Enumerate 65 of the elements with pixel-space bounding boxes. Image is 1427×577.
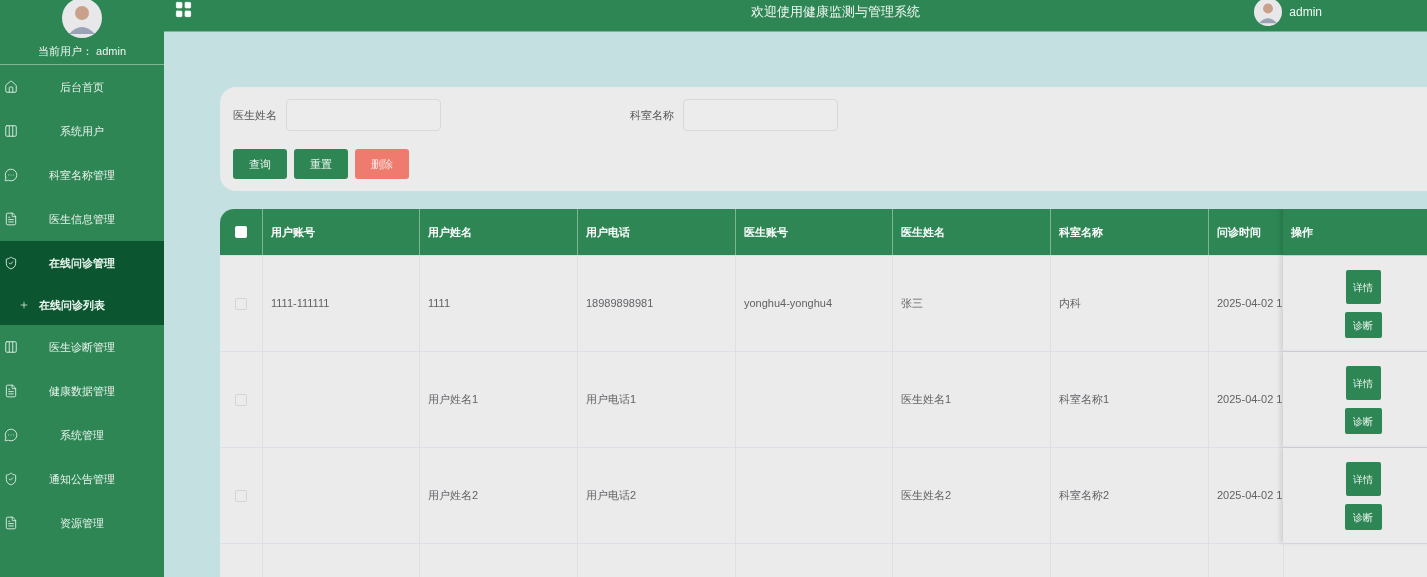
table-cell-text: 医生姓名1 xyxy=(901,392,952,408)
action-button[interactable]: 重置 xyxy=(294,149,348,179)
column-header: 用户姓名 xyxy=(428,224,472,240)
shield-check-icon xyxy=(4,472,18,486)
table-cell-text: 1111 xyxy=(428,296,451,312)
document-icon xyxy=(4,212,18,226)
nav-item[interactable]: 医生诊断管理 xyxy=(0,325,164,369)
column-header: 操作 xyxy=(1291,224,1313,240)
window-title: 欢迎使用健康监测与管理系统 xyxy=(751,2,920,21)
table-cell-text: 1111-111111 xyxy=(271,296,330,312)
table-cell-text: 2025-04-02 1 xyxy=(1217,488,1283,504)
document-icon xyxy=(4,516,18,530)
column-header: 问诊时间 xyxy=(1217,224,1261,240)
diagnose-button[interactable]: 诊断 xyxy=(1344,312,1382,338)
avatar xyxy=(62,0,102,38)
nav-item[interactable]: 资源管理 xyxy=(0,501,164,545)
nav-item[interactable]: 系统用户 xyxy=(0,109,164,153)
nav-item[interactable]: 通知公告管理 xyxy=(0,457,164,501)
table-cell-text: 医生姓名2 xyxy=(901,488,952,504)
column-header: 用户账号 xyxy=(271,224,315,240)
current-user: 当前用户： admin xyxy=(38,44,126,59)
columns-icon xyxy=(4,124,18,138)
action-button[interactable]: 查询 xyxy=(233,149,287,179)
nav-item[interactable]: 健康数据管理 xyxy=(0,369,164,413)
shield-check-icon xyxy=(4,256,18,270)
table-cell-text: 张三 xyxy=(901,296,923,312)
document-icon xyxy=(4,384,18,398)
columns-icon xyxy=(4,340,18,354)
nav-item[interactable]: 后台首页 xyxy=(0,65,164,109)
table-cell-text: 用户电话2 xyxy=(586,488,637,504)
column-header: 用户电话 xyxy=(586,224,630,240)
checkbox[interactable] xyxy=(235,226,247,238)
user-name[interactable]: admin xyxy=(1289,2,1322,21)
table-cell-text: 2025-04-02 1 xyxy=(1217,296,1283,312)
details-button[interactable]: 详情 xyxy=(1345,366,1381,400)
chat-bubble-icon xyxy=(4,428,18,442)
field-label: 医生姓名 xyxy=(233,107,277,123)
nav-item[interactable]: 系统管理 xyxy=(0,413,164,457)
table-cell-text: 用户姓名2 xyxy=(428,488,479,504)
table-cell-text: 用户电话1 xyxy=(586,392,637,408)
nav-item[interactable]: 科室名称管理 xyxy=(0,153,164,197)
table-cell-text: 科室名称1 xyxy=(1059,392,1110,408)
nav-item[interactable]: 在线问诊管理 xyxy=(0,241,164,285)
delete-button[interactable]: 删除 xyxy=(355,149,409,179)
table-cell-text: 18989898981 xyxy=(586,296,654,312)
home-icon xyxy=(4,80,18,94)
user-avatar xyxy=(1254,0,1283,26)
diagnose-button[interactable]: 诊断 xyxy=(1344,504,1382,530)
nav-item[interactable]: 医生信息管理 xyxy=(0,197,164,241)
column-header: 科室名称 xyxy=(1059,224,1103,240)
column-header: 医生账号 xyxy=(744,224,788,240)
table-cell-text: 2025-04-02 1 xyxy=(1217,392,1283,408)
grid-icon[interactable] xyxy=(174,0,193,19)
diagnose-button[interactable]: 诊断 xyxy=(1344,408,1382,434)
column-header: 医生姓名 xyxy=(901,224,945,240)
plus-icon xyxy=(19,300,29,310)
table-cell-text: yonghu4-yonghu4 xyxy=(744,296,833,312)
details-button[interactable]: 详情 xyxy=(1345,270,1381,304)
nav-subitem[interactable]: 在线问诊列表 xyxy=(0,285,164,325)
table-cell-text: 科室名称2 xyxy=(1059,488,1110,504)
table-cell-text: 用户姓名1 xyxy=(428,392,479,408)
details-button[interactable]: 详情 xyxy=(1345,462,1381,496)
field-label: 科室名称 xyxy=(630,107,674,123)
chat-bubble-icon xyxy=(4,168,18,182)
table-cell-text: 内科 xyxy=(1059,296,1081,312)
